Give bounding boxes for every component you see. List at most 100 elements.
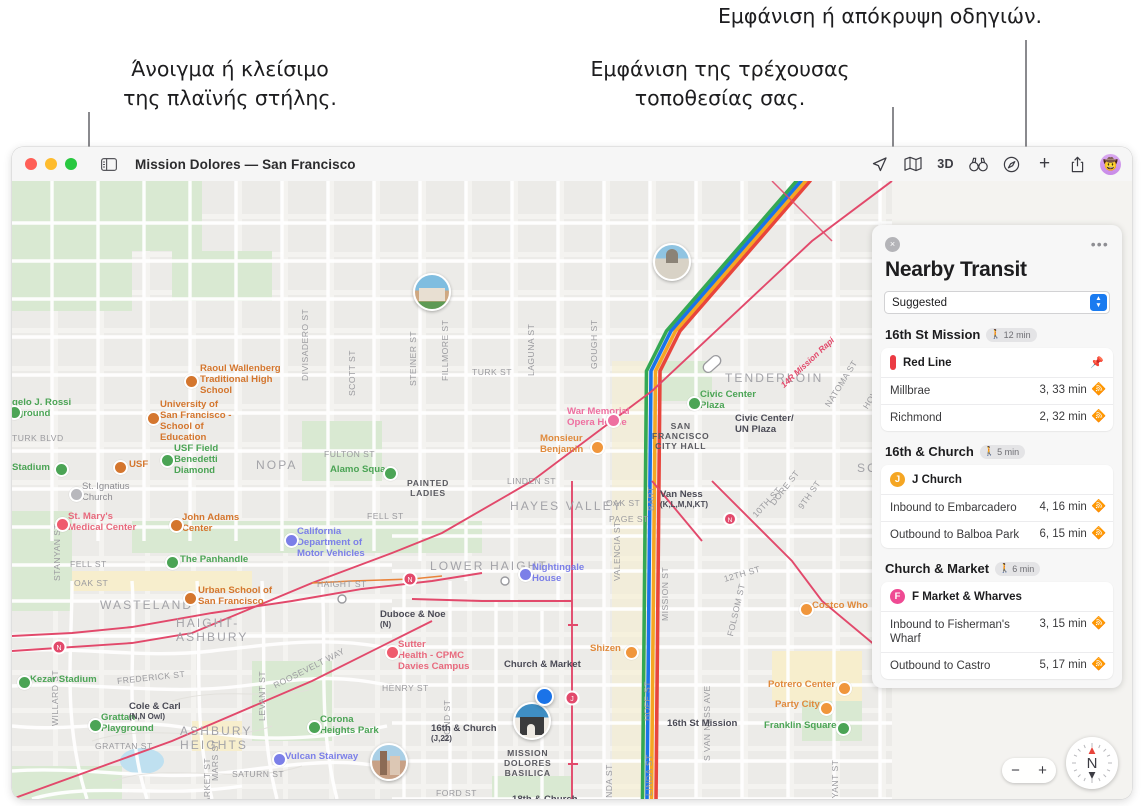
transit-line-name: F Market & Wharves: [912, 591, 1104, 603]
three-d-button[interactable]: 3D: [929, 151, 962, 177]
zoom-controls[interactable]: − +: [1002, 758, 1056, 783]
transit-destination-row[interactable]: Millbrae3, 33 min🛜: [881, 377, 1113, 404]
map-poi-pin[interactable]: [624, 645, 639, 660]
filter-select[interactable]: Suggested ▲▼: [884, 291, 1110, 314]
map-poi-pin[interactable]: [113, 460, 128, 475]
transit-line-name: J Church: [912, 474, 1104, 486]
destination-times: 5, 17 min: [1039, 659, 1086, 671]
transit-line-row[interactable]: JJ Church: [881, 465, 1113, 494]
leader-line-sidebar: [88, 112, 90, 152]
minimize-window-button[interactable]: [45, 158, 57, 170]
photo-pin-mission-dolores-basilica[interactable]: [513, 702, 551, 740]
map-poi-pin[interactable]: [799, 602, 814, 617]
sidebar-toggle-icon[interactable]: [99, 154, 119, 174]
location-arrow-icon[interactable]: [863, 151, 896, 177]
map-poi-pin[interactable]: [165, 555, 180, 570]
close-icon[interactable]: ×: [885, 237, 900, 252]
map-poi-pin[interactable]: [160, 453, 175, 468]
transit-destination-row[interactable]: Outbound to Balboa Park6, 15 min🛜: [881, 521, 1113, 548]
binoculars-icon[interactable]: [962, 151, 995, 177]
transit-stops-list: 16th St Mission🚶12 minRed Line📌Millbrae3…: [872, 314, 1122, 679]
map-poi-pin[interactable]: [819, 701, 834, 716]
transit-destination-row[interactable]: Outbound to Castro5, 17 min🛜: [881, 652, 1113, 679]
transit-destination-row[interactable]: Inbound to Fisherman's Wharf3, 15 min🛜: [881, 611, 1113, 652]
map-poi-pin[interactable]: [307, 720, 322, 735]
svg-text:J: J: [570, 696, 574, 703]
callout-sidebar-toggle: Άνοιγμα ή κλείσιμο της πλαϊνής στήλης.: [90, 55, 370, 113]
transit-stop-name: 16th St Mission: [885, 327, 980, 342]
window-titlebar: Mission Dolores — San Francisco 3D + 🤠: [12, 147, 1132, 182]
transit-destination-row[interactable]: Inbound to Embarcadero4, 16 min🛜: [881, 494, 1113, 521]
directions-icon[interactable]: [995, 151, 1028, 177]
walking-person-icon: 🚶: [999, 563, 1010, 574]
map-poi-pin[interactable]: [518, 567, 533, 582]
walking-person-icon: 🚶: [990, 329, 1001, 340]
destination-name: Outbound to Castro: [890, 659, 1033, 673]
destination-times: 3, 15 min: [1039, 618, 1086, 630]
map-poi-pin[interactable]: [284, 533, 299, 548]
map-poi-pin[interactable]: [184, 374, 199, 389]
chevron-updown-icon[interactable]: ▲▼: [1090, 294, 1107, 311]
live-signal-icon: 🛜: [1091, 499, 1107, 515]
map-poi-pin[interactable]: [385, 645, 400, 660]
window-title: Mission Dolores — San Francisco: [135, 157, 356, 172]
zoom-out-button[interactable]: −: [1011, 762, 1020, 779]
map-poi-pin[interactable]: [69, 487, 84, 502]
transit-stop-header: 16th St Mission🚶12 min: [872, 314, 1122, 348]
compass-north-label: N: [1087, 755, 1098, 772]
walking-person-icon: 🚶: [984, 446, 995, 457]
panel-title: Nearby Transit: [872, 253, 1122, 282]
current-location-dot: [535, 687, 554, 706]
map-poi-pin[interactable]: [55, 517, 70, 532]
map-poi-pin[interactable]: [17, 675, 32, 690]
map-poi-pin[interactable]: [183, 591, 198, 606]
photo-pin-city-hall[interactable]: [653, 243, 691, 281]
filter-select-value: Suggested: [885, 297, 947, 309]
map-poi-pin[interactable]: [383, 466, 398, 481]
transit-line-card: F F Market & Wharves Inbound to Fisherman'…: [881, 582, 1113, 679]
transit-line-card: JJ ChurchInbound to Embarcadero4, 16 min…: [881, 465, 1113, 548]
photo-pin-painted-ladies[interactable]: [413, 273, 451, 311]
map-poi-pin[interactable]: [272, 752, 287, 767]
map-poi-pin[interactable]: [146, 411, 161, 426]
zoom-in-button[interactable]: +: [1038, 762, 1047, 779]
add-button[interactable]: +: [1028, 151, 1061, 177]
avatar[interactable]: 🤠: [1100, 154, 1121, 175]
map-poi-pin[interactable]: [88, 718, 103, 733]
maximize-window-button[interactable]: [65, 158, 77, 170]
destination-times: 4, 16 min: [1039, 501, 1086, 513]
walking-time-badge: 🚶5 min: [980, 445, 1025, 459]
pushpin-icon[interactable]: 📌: [1090, 356, 1104, 369]
transit-stop-name: 16th & Church: [885, 444, 974, 459]
map-poi-pin[interactable]: [54, 462, 69, 477]
live-signal-icon: 🛜: [1091, 382, 1107, 398]
destination-times: 2, 32 min: [1039, 411, 1086, 423]
transit-line-row[interactable]: Red Line📌: [881, 348, 1113, 377]
line-letter-badge: F: [890, 589, 905, 604]
transit-destination-row[interactable]: Richmond 2, 32 min 🛜: [881, 404, 1113, 431]
photo-pin-castro-theatre[interactable]: [370, 743, 408, 781]
map-poi-pin[interactable]: [836, 721, 851, 736]
traffic-lights: [25, 158, 77, 170]
map-icon[interactable]: [896, 151, 929, 177]
close-window-button[interactable]: [25, 158, 37, 170]
transit-stop-header: 16th & Church 🚶5 min: [872, 431, 1122, 465]
live-signal-icon: 🛜: [1091, 409, 1107, 425]
compass[interactable]: N: [1066, 737, 1118, 789]
maps-window: Mission Dolores — San Francisco 3D + 🤠: [12, 147, 1132, 799]
share-icon[interactable]: [1061, 151, 1094, 177]
svg-text:N: N: [728, 517, 733, 524]
map-poi-pin[interactable]: [169, 518, 184, 533]
map-poi-pin[interactable]: [590, 440, 605, 455]
walking-time-value: 6 min: [1012, 564, 1034, 574]
destination-name: Richmond: [890, 411, 1033, 425]
more-options-icon[interactable]: •••: [1091, 240, 1109, 248]
transit-line-row[interactable]: F F Market & Wharves: [881, 582, 1113, 611]
map-poi-pin[interactable]: [606, 413, 621, 428]
map-poi-pin[interactable]: [837, 681, 852, 696]
transit-line-card: Red Line📌Millbrae3, 33 min🛜 Richmond 2, 32…: [881, 348, 1113, 431]
map-view[interactable]: N N N J NOPAHAYES VALL: [12, 181, 1132, 799]
panel-header: × •••: [872, 235, 1122, 253]
map-poi-pin[interactable]: [687, 396, 702, 411]
line-color-badge: [890, 355, 896, 370]
